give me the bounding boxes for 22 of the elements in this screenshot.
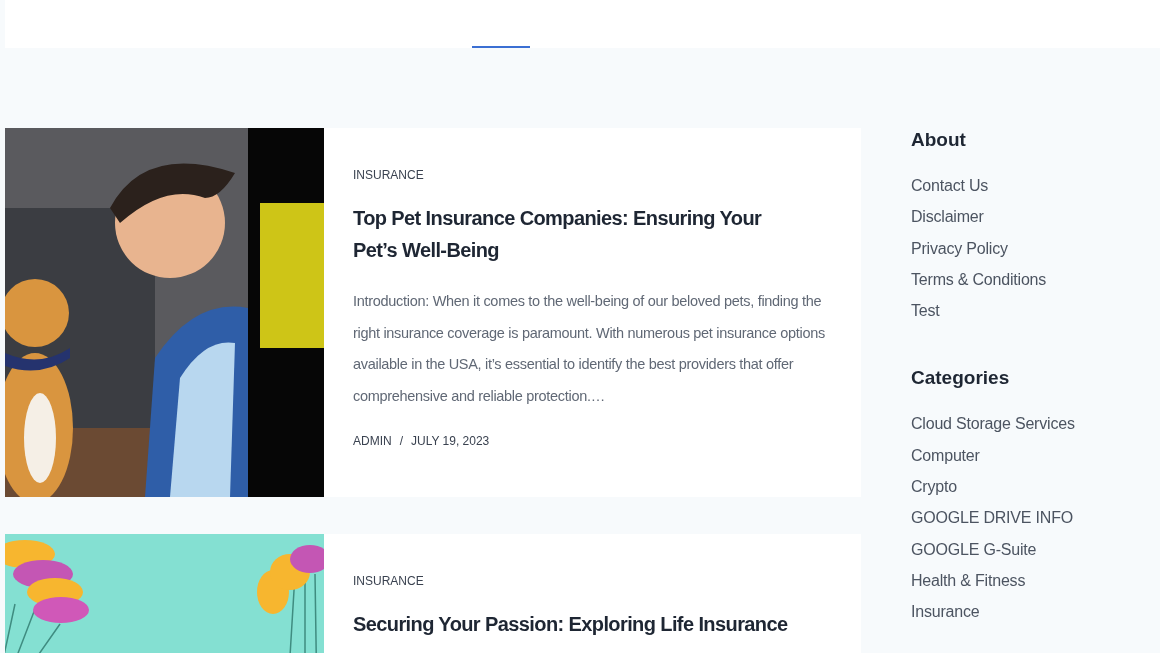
sidebar-link[interactable]: Cloud Storage Services	[911, 408, 1075, 440]
sidebar-link[interactable]: Health & Fitness	[911, 564, 1026, 597]
widget-title: Categories	[911, 366, 1010, 391]
sidebar-link[interactable]: Crypto	[911, 471, 957, 503]
sidebar-link[interactable]: GOOGLE DRIVE INFO	[911, 502, 1073, 534]
post-date: JULY 19, 2023	[411, 434, 490, 448]
sidebar-link[interactable]: Terms & Conditions	[911, 263, 1047, 296]
post-title[interactable]: Securing Your Passion: Exploring Life Insurance	[353, 608, 828, 640]
sidebar-link[interactable]: GOOGLE G-Suite	[911, 533, 1037, 565]
widget-title: About	[911, 128, 966, 152]
sidebar-link[interactable]: Test	[911, 295, 940, 327]
post-title[interactable]: Top Pet Insurance Companies: Ensuring Your Pet’s Well-Being	[353, 202, 831, 266]
meta-separator: /	[399, 434, 403, 448]
sidebar-link[interactable]: Insurance	[911, 596, 980, 628]
sidebar-link[interactable]: Privacy Policy	[911, 232, 1008, 264]
post-excerpt: Introduction: When it comes to the well-being of our beloved pets, finding the right insurance coverage is paramount. With numerous pet insurance options available in the USA, it’s essential to identify the best providers that offer comprehensive and reliable protection.…	[353, 292, 826, 406]
sidebar-link[interactable]: Disclaimer	[911, 201, 984, 233]
sidebar-link[interactable]: Computer	[911, 439, 980, 472]
author-name[interactable]: ADMIN	[353, 434, 392, 448]
category-link[interactable]: INSURANCE	[353, 168, 424, 182]
sidebar-link[interactable]: Contact Us	[911, 170, 989, 202]
category-link[interactable]: INSURANCE	[353, 574, 424, 588]
